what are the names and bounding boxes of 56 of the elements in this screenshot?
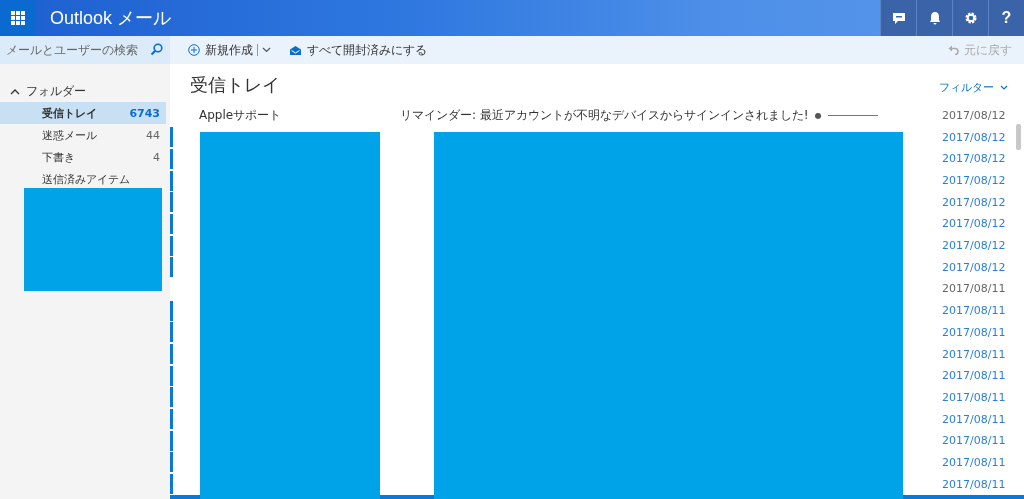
folder-name: 下書き: [42, 149, 75, 165]
new-button[interactable]: 新規作成: [188, 41, 253, 59]
notifications-button[interactable]: [916, 0, 952, 36]
message-date[interactable]: 2017/08/12: [942, 152, 1012, 166]
chat-bubble-icon: [891, 11, 906, 25]
dot-marker: ●: [814, 110, 822, 120]
message-date[interactable]: 2017/08/11: [942, 369, 1012, 383]
folder-count: 4: [153, 150, 160, 164]
message-date[interactable]: 2017/08/12: [942, 217, 1012, 231]
mark-all-read-button[interactable]: すべて開封済みにする: [289, 41, 427, 59]
sender-name: Appleサポート: [199, 107, 282, 122]
folder-item[interactable]: 下書き 4: [0, 146, 166, 168]
message-date[interactable]: 2017/08/11: [942, 304, 1012, 318]
message-date[interactable]: 2017/08/11: [942, 325, 1012, 339]
message-date[interactable]: 2017/08/11: [942, 412, 1012, 426]
open-envelope-icon: [289, 44, 302, 56]
folder-count: 6743: [129, 106, 160, 120]
list-title: 受信トレイ: [190, 72, 280, 97]
message-date[interactable]: 2017/08/12: [942, 239, 1012, 253]
help-button[interactable]: ?: [988, 0, 1024, 36]
message-date[interactable]: 2017/08/12: [942, 195, 1012, 209]
settings-icon: [963, 11, 978, 25]
chevron-icon: [10, 87, 20, 95]
message-date[interactable]: 2017/08/11: [942, 455, 1012, 469]
app-title: Outlook メール: [49, 7, 173, 30]
search-field[interactable]: メールとユーザーの検索: [0, 36, 170, 64]
folder-name: 受信トレイ: [42, 105, 97, 121]
message-date[interactable]: 2017/08/12: [942, 174, 1012, 188]
plus-circle-icon: [188, 44, 200, 56]
message-date[interactable]: 2017/08/12: [942, 260, 1012, 274]
folders-header[interactable]: フォルダー: [0, 80, 92, 102]
message-date[interactable]: 2017/08/11: [942, 282, 1012, 296]
filter-button[interactable]: フィルター: [933, 78, 1014, 105]
folder-item[interactable]: 迷惑メール 44: [0, 124, 166, 146]
chat-button[interactable]: [880, 0, 916, 36]
folder-item[interactable]: 送信済みアイテム: [0, 168, 166, 190]
message-date[interactable]: 2017/08/11: [942, 477, 1012, 491]
message-date[interactable]: 2017/08/11: [942, 434, 1012, 448]
scrollbar-thumb[interactable]: [1016, 124, 1021, 150]
message-date[interactable]: 2017/08/12: [942, 130, 1012, 144]
undo-icon: [948, 45, 959, 55]
folder-name: 迷惑メール: [42, 127, 97, 143]
chevron-down-icon[interactable]: [262, 47, 271, 53]
bell-icon: [928, 11, 941, 25]
folder-item[interactable]: 受信トレイ 6743: [0, 102, 166, 124]
folder-count: 44: [146, 128, 160, 142]
message-date[interactable]: 2017/08/11: [942, 347, 1012, 361]
app-launcher-button[interactable]: [0, 0, 36, 36]
chevron-down-icon: [1000, 84, 1008, 90]
message-date[interactable]: 2017/08/12: [942, 108, 1012, 122]
message-date[interactable]: 2017/08/11: [942, 390, 1012, 404]
settings-button[interactable]: [952, 0, 988, 36]
search-icon: [150, 43, 163, 56]
folder-name: 送信済みアイテム: [42, 171, 130, 187]
grid-icon: [11, 11, 25, 25]
message-subject: リマインダー: 最近アカウントが不明なデバイスからサインインされました!: [400, 106, 809, 124]
